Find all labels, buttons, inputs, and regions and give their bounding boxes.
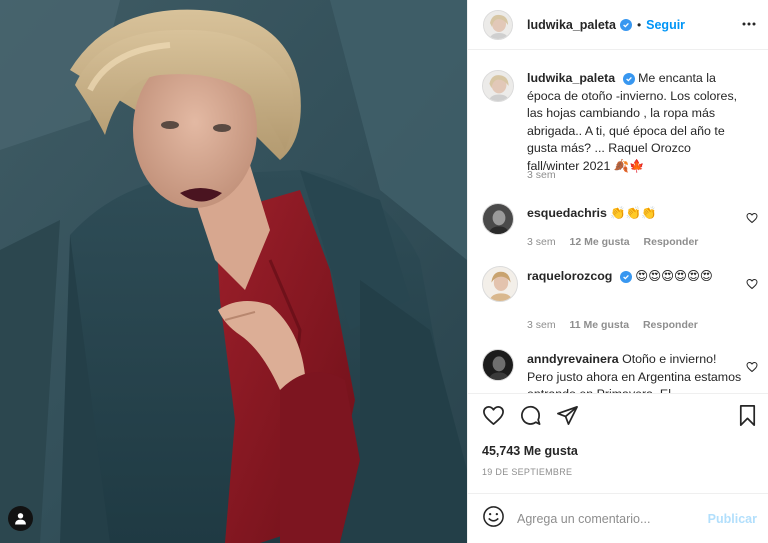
- comment-avatar[interactable]: [482, 266, 518, 302]
- avatar-image: [483, 204, 513, 234]
- comment-likes[interactable]: 11 Me gusta: [570, 319, 630, 331]
- post-header: ludwika_paleta • Seguir: [468, 0, 768, 50]
- comment-avatar[interactable]: [482, 203, 514, 235]
- author-avatar[interactable]: [483, 9, 513, 40]
- verified-badge-icon: [622, 73, 635, 85]
- comment-like-icon[interactable]: [746, 277, 758, 295]
- comment-like-icon[interactable]: [746, 211, 758, 229]
- caption-time[interactable]: 3 sem: [527, 169, 556, 181]
- post-photo[interactable]: [0, 0, 467, 543]
- comment-meta: 3 sem 11 Me gusta Responder: [527, 319, 709, 331]
- bookmark-icon[interactable]: [736, 404, 759, 432]
- comment-time[interactable]: 3 sem: [527, 319, 556, 331]
- verified-badge-icon: [619, 18, 632, 31]
- caption-avatar[interactable]: [482, 70, 514, 102]
- comment-body: raquelorozcog 😍😍😍😍😍😍: [527, 268, 742, 286]
- post-actions: [468, 393, 768, 435]
- publish-button[interactable]: Publicar: [708, 512, 757, 526]
- likes-count[interactable]: 45,743 Me gusta: [482, 444, 578, 458]
- comment-likes[interactable]: 12 Me gusta: [570, 236, 630, 248]
- caption-username[interactable]: ludwika_paleta: [527, 71, 615, 85]
- emoji-icon[interactable]: [482, 505, 505, 533]
- comment-icon[interactable]: [519, 404, 542, 432]
- comment-text: 😍😍😍😍😍😍: [635, 269, 713, 283]
- comments-list[interactable]: ludwika_paleta Me encanta la época de ot…: [468, 51, 768, 393]
- comment-meta: 3 sem 12 Me gusta Responder: [527, 236, 709, 248]
- reply-button[interactable]: Responder: [644, 236, 699, 248]
- user-tag-button[interactable]: [8, 506, 33, 531]
- post-side-panel: ludwika_paleta • Seguir ludwika_paleta M…: [467, 0, 768, 543]
- comment-like-icon[interactable]: [746, 360, 758, 378]
- post-date[interactable]: 19 DE SEPTIEMBRE: [482, 467, 572, 477]
- reply-button[interactable]: Responder: [643, 319, 698, 331]
- caption-text: Me encanta la época de otoño -invierno. …: [527, 71, 738, 173]
- share-icon[interactable]: [556, 404, 579, 432]
- avatar-image: [484, 10, 512, 39]
- caption-body: ludwika_paleta Me encanta la época de ot…: [527, 70, 742, 175]
- comment-text: 👏👏👏: [610, 206, 657, 220]
- comment-username[interactable]: anndyrevainera: [527, 352, 619, 366]
- comment-input[interactable]: [517, 511, 702, 526]
- comment-username[interactable]: esquedachris: [527, 206, 607, 220]
- user-tag-icon: [15, 513, 26, 525]
- comment-avatar[interactable]: [482, 349, 514, 381]
- heart-icon[interactable]: [482, 404, 505, 432]
- avatar-image: [483, 267, 517, 301]
- post-image: [0, 0, 467, 543]
- caption-emojis: 🍂🍁: [613, 158, 645, 173]
- comment-body: esquedachris 👏👏👏: [527, 205, 742, 223]
- header-separator: •: [636, 17, 642, 32]
- comment-time[interactable]: 3 sem: [527, 236, 556, 248]
- caption-meta: 3 sem: [527, 169, 567, 181]
- verified-badge-icon: [619, 271, 632, 283]
- comment-username[interactable]: raquelorozcog: [527, 269, 612, 283]
- comment-body: anndyrevainera Otoño e invierno! Pero ju…: [527, 351, 742, 393]
- avatar-image: [483, 71, 513, 101]
- follow-button[interactable]: Seguir: [646, 18, 685, 32]
- add-comment-bar: Publicar: [468, 493, 768, 543]
- avatar-image: [483, 350, 513, 380]
- author-username[interactable]: ludwika_paleta: [527, 18, 616, 32]
- more-options-icon[interactable]: [741, 16, 757, 37]
